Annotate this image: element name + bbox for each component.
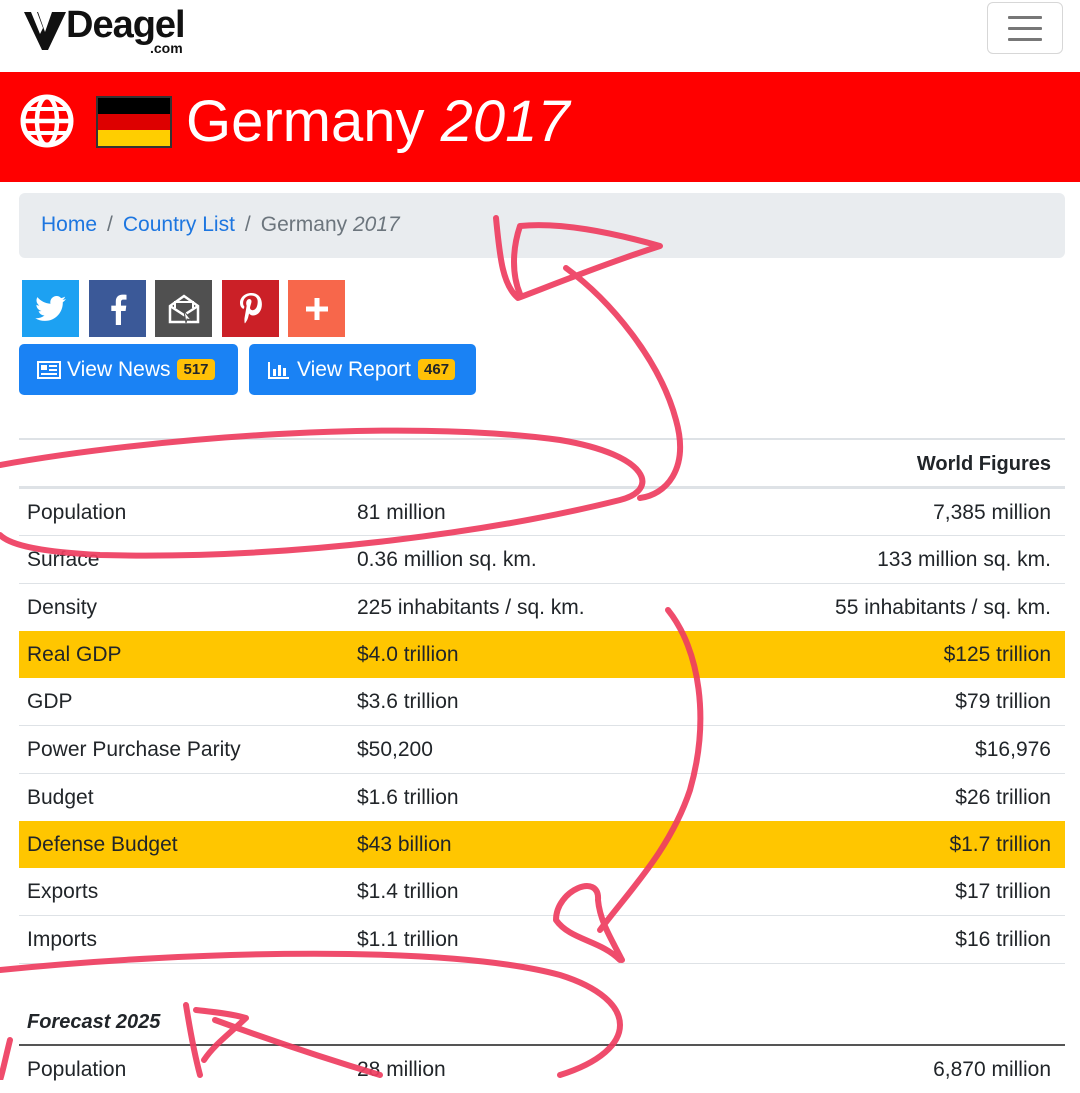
facebook-icon — [110, 294, 126, 325]
table-row: Exports $1.4 trillion $17 trillion — [19, 868, 1065, 915]
table-row: Budget $1.6 trillion $26 trillion — [19, 774, 1065, 821]
news-count-badge: 517 — [177, 359, 215, 380]
country-year: 2017 — [440, 89, 570, 154]
row-label: Density — [27, 596, 98, 619]
row-world-value: $1.7 trillion — [949, 833, 1051, 856]
table-row: Power Purchase Parity $50,200 $16,976 — [19, 726, 1065, 773]
row-world-value: 7,385 million — [933, 501, 1051, 524]
table-row: Population 28 million 6,870 million — [19, 1046, 1065, 1093]
site-logo[interactable]: Deagel .com — [22, 4, 197, 56]
row-value: $50,200 — [357, 738, 433, 761]
row-label: Power Purchase Parity — [27, 738, 241, 761]
row-world-value: $16,976 — [975, 738, 1051, 761]
row-world-value: $79 trillion — [955, 690, 1051, 713]
row-label: Budget — [27, 786, 94, 809]
row-value: 0.36 million sq. km. — [357, 548, 537, 571]
row-value: 28 million — [357, 1058, 446, 1081]
globe-icon — [20, 94, 74, 148]
row-value: 81 million — [357, 501, 446, 524]
share-pinterest-button[interactable] — [222, 280, 279, 337]
row-label: Population — [27, 501, 127, 524]
menu-toggle-button[interactable] — [987, 2, 1063, 54]
row-label: Imports — [27, 928, 98, 951]
pinterest-icon — [239, 292, 262, 323]
forecast-heading: Forecast 2025 — [27, 1011, 161, 1033]
logo-mark-icon — [24, 12, 66, 50]
row-label: Surface — [27, 548, 100, 571]
share-twitter-button[interactable] — [22, 280, 79, 337]
view-news-button[interactable]: View News 517 — [19, 344, 238, 395]
logo-suffix: .com — [150, 40, 183, 56]
row-value: 225 inhabitants / sq. km. — [357, 596, 585, 619]
row-value: $1.4 trillion — [357, 880, 459, 903]
country-banner: Germany 2017 — [0, 72, 1080, 182]
newspaper-icon — [37, 360, 61, 379]
row-value: $1.1 trillion — [357, 928, 459, 951]
row-world-value: $125 trillion — [943, 643, 1051, 666]
world-figures-header: World Figures — [916, 453, 1051, 475]
germany-flag — [96, 96, 172, 148]
row-world-value: $26 trillion — [955, 786, 1051, 809]
breadcrumb-home-link[interactable]: Home — [41, 213, 97, 236]
share-email-button[interactable] — [155, 280, 212, 337]
table-row-highlighted: Defense Budget $43 billion $1.7 trillion — [19, 821, 1065, 868]
row-world-value: 55 inhabitants / sq. km. — [835, 596, 1051, 619]
row-label: Exports — [27, 880, 99, 903]
row-value: $43 billion — [357, 833, 452, 856]
bar-chart-icon — [268, 361, 289, 379]
view-report-button[interactable]: View Report 467 — [249, 344, 476, 395]
row-label: Defense Budget — [27, 833, 178, 856]
row-world-value: $16 trillion — [955, 928, 1051, 951]
breadcrumb-current: Germany 2017 — [260, 213, 400, 236]
table-row: Surface 0.36 million sq. km. 133 million… — [19, 536, 1065, 583]
envelope-icon — [168, 293, 199, 323]
view-report-label: View Report — [297, 357, 412, 381]
row-label: Real GDP — [27, 643, 122, 666]
table-row: Density 225 inhabitants / sq. km. 55 inh… — [19, 584, 1065, 631]
row-world-value: 6,870 million — [933, 1058, 1051, 1081]
hamburger-icon — [1008, 16, 1042, 19]
table-row: GDP $3.6 trillion $79 trillion — [19, 678, 1065, 725]
table-row: Population 81 million 7,385 million — [19, 489, 1065, 536]
row-label: GDP — [27, 690, 73, 713]
row-label: Population — [27, 1058, 127, 1081]
plus-icon — [305, 297, 328, 320]
row-value: $1.6 trillion — [357, 786, 459, 809]
annotation-arrow-top — [493, 215, 684, 501]
country-name: Germany — [186, 89, 425, 154]
report-count-badge: 467 — [418, 359, 456, 380]
row-value: $3.6 trillion — [357, 690, 459, 713]
row-value: $4.0 trillion — [357, 643, 459, 666]
table-row-highlighted: Real GDP $4.0 trillion $125 trillion — [19, 631, 1065, 678]
table-row: Imports $1.1 trillion $16 trillion — [19, 916, 1065, 963]
share-more-button[interactable] — [288, 280, 345, 337]
page-title: Germany 2017 — [186, 90, 570, 154]
share-facebook-button[interactable] — [89, 280, 146, 337]
row-world-value: 133 million sq. km. — [877, 548, 1051, 571]
twitter-icon — [34, 295, 66, 321]
breadcrumb-country-list-link[interactable]: Country List — [123, 213, 235, 236]
top-navbar: Deagel .com — [0, 0, 1080, 73]
row-world-value: $17 trillion — [955, 880, 1051, 903]
view-news-label: View News — [67, 357, 171, 381]
breadcrumb: Home / Country List / Germany 2017 — [19, 193, 1065, 258]
